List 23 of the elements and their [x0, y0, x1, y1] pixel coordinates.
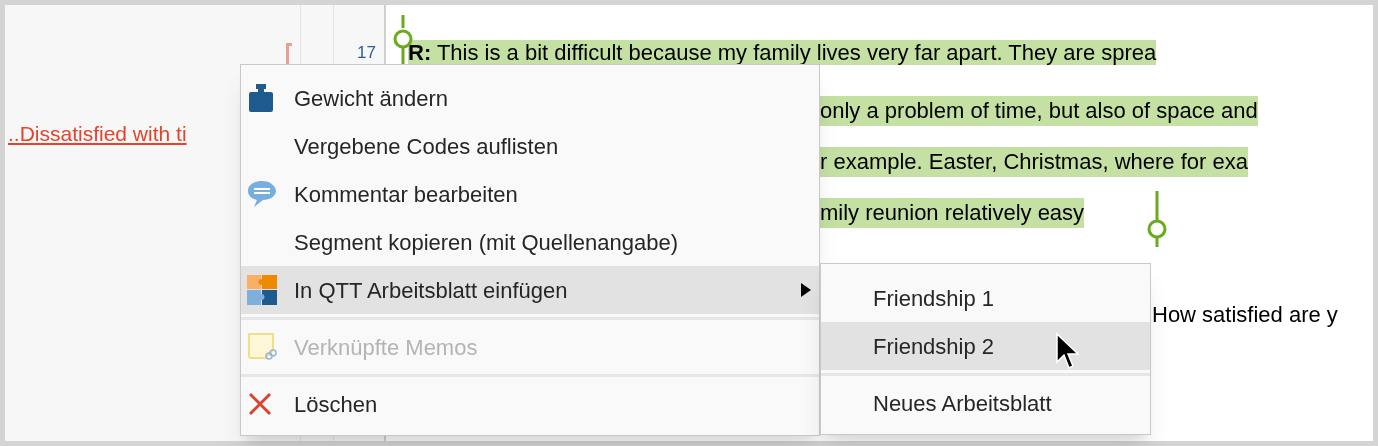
menu-item[interactable]: Löschen — [241, 380, 819, 428]
menu-item[interactable]: Gewicht ändern — [241, 74, 819, 122]
transcript-text: How satisfied are y — [1152, 301, 1338, 329]
speech-bubble-icon — [247, 179, 277, 209]
delete-icon — [247, 391, 273, 417]
memo-link-icon — [247, 332, 277, 362]
segment-end-marker-icon[interactable] — [1147, 191, 1167, 247]
weight-icon — [247, 83, 275, 113]
submenu-item[interactable]: Friendship 2 — [821, 322, 1150, 370]
menu-item[interactable]: In QTT Arbeitsblatt einfügen — [241, 266, 819, 314]
code-label[interactable]: ..Dissatisfied with ti — [8, 118, 187, 150]
menu-item[interactable]: Kommentar bearbeiten — [241, 170, 819, 218]
menu-item[interactable]: Segment kopieren (mit Quellenangabe) — [241, 218, 819, 266]
submenu-item[interactable]: Neues Arbeitsblatt — [821, 379, 1150, 427]
transcript-text: R: This is a bit difficult because my family lives very far apart. They are sprea — [408, 40, 1157, 65]
transcript-text: mily reunion relatively easy — [820, 197, 1085, 228]
transcript-text: only a problem of time, but also of space and — [820, 95, 1258, 126]
menu-item[interactable]: Vergebene Codes auflisten — [241, 122, 819, 170]
line-number: 17 — [357, 43, 376, 63]
puzzle-icon — [247, 275, 277, 305]
transcript-text: r example. Easter, Christmas, where for exa — [820, 146, 1248, 177]
mouse-pointer-icon — [1055, 332, 1081, 372]
submenu-item[interactable]: Friendship 1 — [821, 274, 1150, 322]
